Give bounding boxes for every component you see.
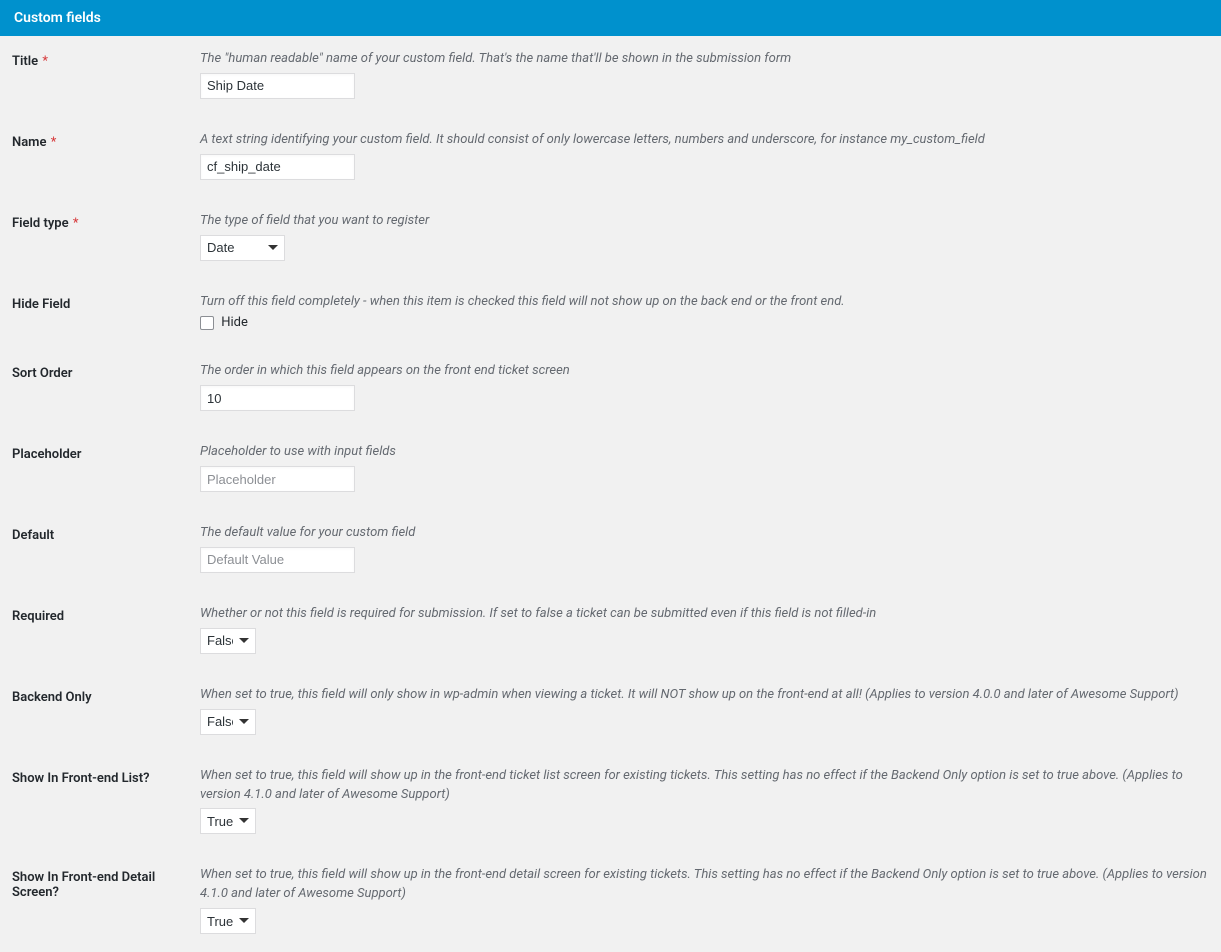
row-title: Title * The "human readable" name of you…	[0, 36, 1221, 117]
sort-order-input[interactable]	[200, 385, 355, 411]
hide-field-checkbox-label: Hide	[221, 315, 248, 330]
row-name: Name * A text string identifying your cu…	[0, 117, 1221, 198]
row-hide-field: Hide Field Turn off this field completel…	[0, 279, 1221, 349]
row-field-type: Field type * The type of field that you …	[0, 198, 1221, 279]
description-hide-field: Turn off this field completely - when th…	[200, 293, 1211, 312]
row-placeholder: Placeholder Placeholder to use with inpu…	[0, 429, 1221, 510]
description-title: The "human readable" name of your custom…	[200, 50, 1211, 69]
panel-header: Custom fields	[0, 0, 1221, 36]
label-sort-order: Sort Order	[0, 348, 200, 429]
label-name: Name *	[0, 117, 200, 198]
row-required: Required Whether or not this field is re…	[0, 591, 1221, 672]
backend-only-select[interactable]: False	[200, 709, 256, 735]
show-frontend-list-select[interactable]: True	[200, 808, 256, 834]
field-type-select[interactable]: Date	[200, 235, 285, 261]
description-required: Whether or not this field is required fo…	[200, 605, 1211, 624]
description-default: The default value for your custom field	[200, 524, 1211, 543]
custom-fields-form: Title * The "human readable" name of you…	[0, 36, 1221, 952]
required-asterisk: *	[51, 135, 57, 150]
label-backend-only: Backend Only	[0, 672, 200, 753]
required-asterisk: *	[73, 216, 79, 231]
row-show-frontend-list: Show In Front-end List? When set to true…	[0, 753, 1221, 853]
description-name: A text string identifying your custom fi…	[200, 131, 1211, 150]
hide-field-checkbox[interactable]	[200, 316, 214, 330]
row-backend-only: Backend Only When set to true, this fiel…	[0, 672, 1221, 753]
row-sort-order: Sort Order The order in which this field…	[0, 348, 1221, 429]
panel-title: Custom fields	[14, 10, 101, 26]
placeholder-input[interactable]	[200, 466, 355, 492]
row-default: Default The default value for your custo…	[0, 510, 1221, 591]
description-sort-order: The order in which this field appears on…	[200, 362, 1211, 381]
title-input[interactable]	[200, 73, 355, 99]
default-input[interactable]	[200, 547, 355, 573]
label-show-frontend-list: Show In Front-end List?	[0, 753, 200, 853]
description-field-type: The type of field that you want to regis…	[200, 212, 1211, 231]
label-required: Required	[0, 591, 200, 672]
required-asterisk: *	[42, 54, 48, 69]
description-backend-only: When set to true, this field will only s…	[200, 686, 1211, 705]
label-show-frontend-detail: Show In Front-end Detail Screen?	[0, 852, 200, 952]
row-show-frontend-detail: Show In Front-end Detail Screen? When se…	[0, 852, 1221, 952]
label-hide-field: Hide Field	[0, 279, 200, 349]
label-field-type: Field type *	[0, 198, 200, 279]
description-show-frontend-list: When set to true, this field will show u…	[200, 767, 1211, 805]
label-default: Default	[0, 510, 200, 591]
description-show-frontend-detail: When set to true, this field will show u…	[200, 866, 1211, 904]
label-title: Title *	[0, 36, 200, 117]
description-placeholder: Placeholder to use with input fields	[200, 443, 1211, 462]
show-frontend-detail-select[interactable]: True	[200, 908, 256, 934]
required-select[interactable]: False	[200, 628, 256, 654]
name-input[interactable]	[200, 154, 355, 180]
label-placeholder: Placeholder	[0, 429, 200, 510]
